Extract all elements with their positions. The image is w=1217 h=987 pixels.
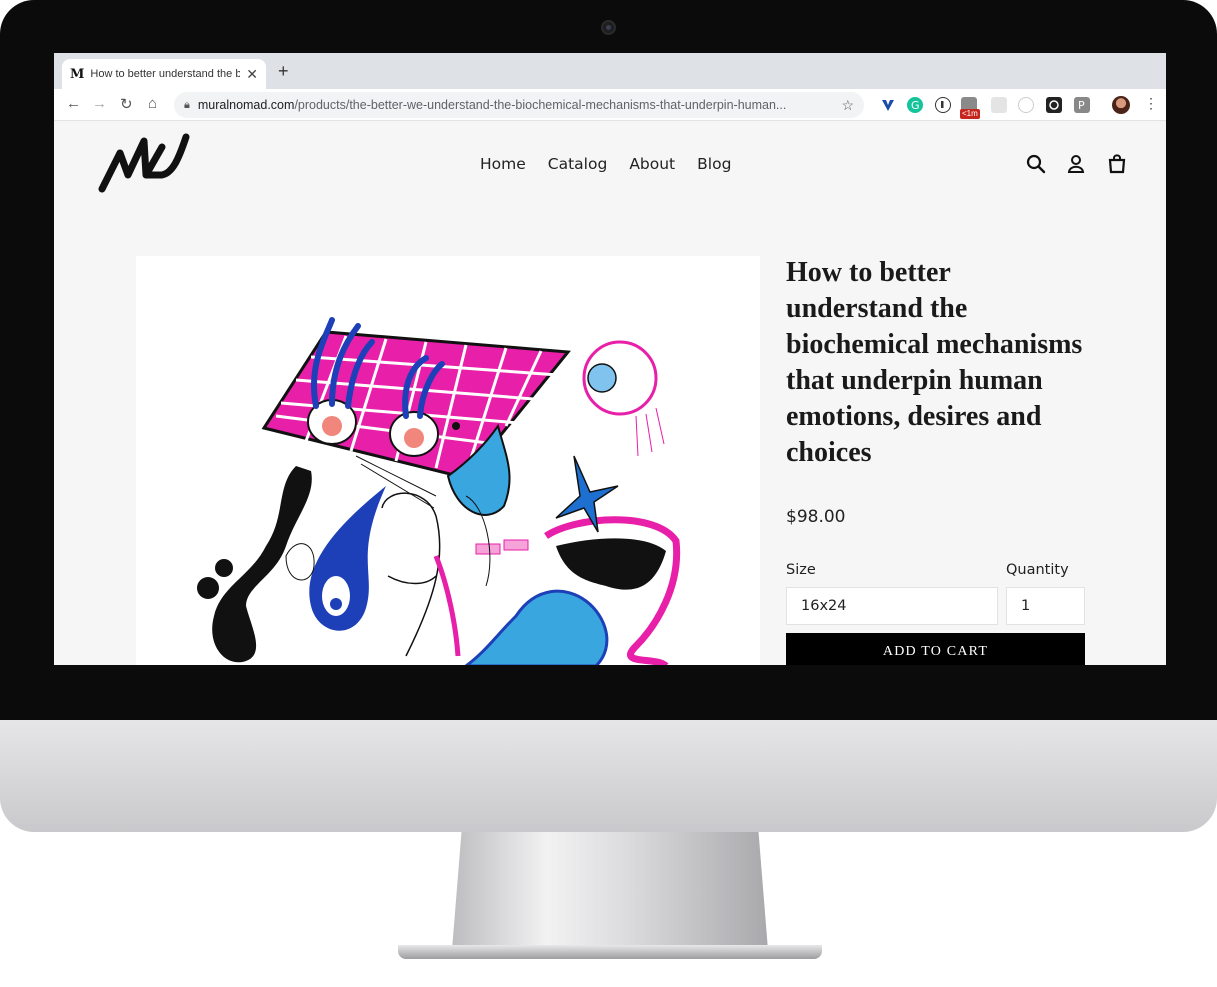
- product-title: How to better understand the biochemical…: [786, 257, 1083, 468]
- extension-p-icon[interactable]: P: [1074, 97, 1090, 113]
- extension-grid-icon[interactable]: [991, 97, 1007, 113]
- screen: M How to better understand the b ✕ + ← →…: [54, 53, 1166, 665]
- reload-icon[interactable]: ↻: [120, 95, 133, 113]
- size-label: Size: [786, 562, 816, 578]
- main-navigation: Home Catalog About Blog: [480, 155, 731, 173]
- nav-catalog[interactable]: Catalog: [548, 155, 608, 173]
- browser-menu-icon[interactable]: ⋮: [1144, 95, 1158, 112]
- svg-text:G: G: [911, 99, 920, 112]
- extension-badge: <1m: [960, 109, 980, 119]
- monitor-chin: [0, 720, 1217, 832]
- monitor-stand: [452, 832, 768, 950]
- camera-icon: [601, 20, 616, 35]
- size-select[interactable]: 16x24: [786, 587, 998, 625]
- forward-icon[interactable]: →: [92, 95, 107, 112]
- quantity-input[interactable]: 1: [1006, 587, 1085, 625]
- back-icon[interactable]: ←: [66, 95, 81, 112]
- nav-about[interactable]: About: [629, 155, 675, 173]
- site-logo[interactable]: [98, 131, 194, 202]
- monitor-stand-base: [398, 945, 822, 959]
- tab-title: How to better understand the b: [90, 68, 241, 80]
- cart-icon[interactable]: [1107, 153, 1127, 180]
- url-path: /products/the-better-we-understand-the-b…: [294, 98, 787, 112]
- product-price: $98.00: [786, 507, 846, 527]
- browser-tab-bar: M How to better understand the b ✕ +: [54, 53, 1166, 89]
- bookmark-star-icon[interactable]: ☆: [841, 97, 854, 114]
- url-host: muralnomad.com: [197, 98, 295, 112]
- profile-avatar[interactable]: [1112, 96, 1130, 114]
- add-to-cart-button[interactable]: ADD TO CART: [786, 633, 1085, 665]
- svg-text:P: P: [1078, 99, 1085, 112]
- close-tab-icon[interactable]: ✕: [246, 66, 258, 83]
- account-icon[interactable]: [1067, 153, 1085, 180]
- lock-icon: 🔒︎: [184, 98, 190, 111]
- info-extension-icon[interactable]: [935, 97, 951, 113]
- browser-tab[interactable]: M How to better understand the b ✕: [62, 59, 266, 89]
- extension-clock-icon[interactable]: [1018, 97, 1034, 113]
- nav-home[interactable]: Home: [480, 155, 526, 173]
- address-bar[interactable]: 🔒︎ muralnomad.com /products/the-better-w…: [174, 92, 864, 118]
- nav-blog[interactable]: Blog: [697, 155, 731, 173]
- extension-camera-icon[interactable]: [1046, 97, 1062, 113]
- extension-vpn-icon[interactable]: [880, 97, 896, 113]
- home-icon[interactable]: ⌂: [148, 95, 157, 112]
- new-tab-button[interactable]: +: [278, 61, 289, 82]
- search-icon[interactable]: [1026, 153, 1046, 180]
- grammarly-icon[interactable]: G: [907, 97, 923, 113]
- website: Home Catalog About Blog How to better un…: [54, 121, 1166, 665]
- product-image[interactable]: [136, 256, 760, 665]
- site-favicon-icon: M: [70, 66, 85, 82]
- browser-toolbar: ← → ↻ ⌂ 🔒︎ muralnomad.com /products/the-…: [54, 89, 1166, 121]
- quantity-label: Quantity: [1006, 562, 1069, 578]
